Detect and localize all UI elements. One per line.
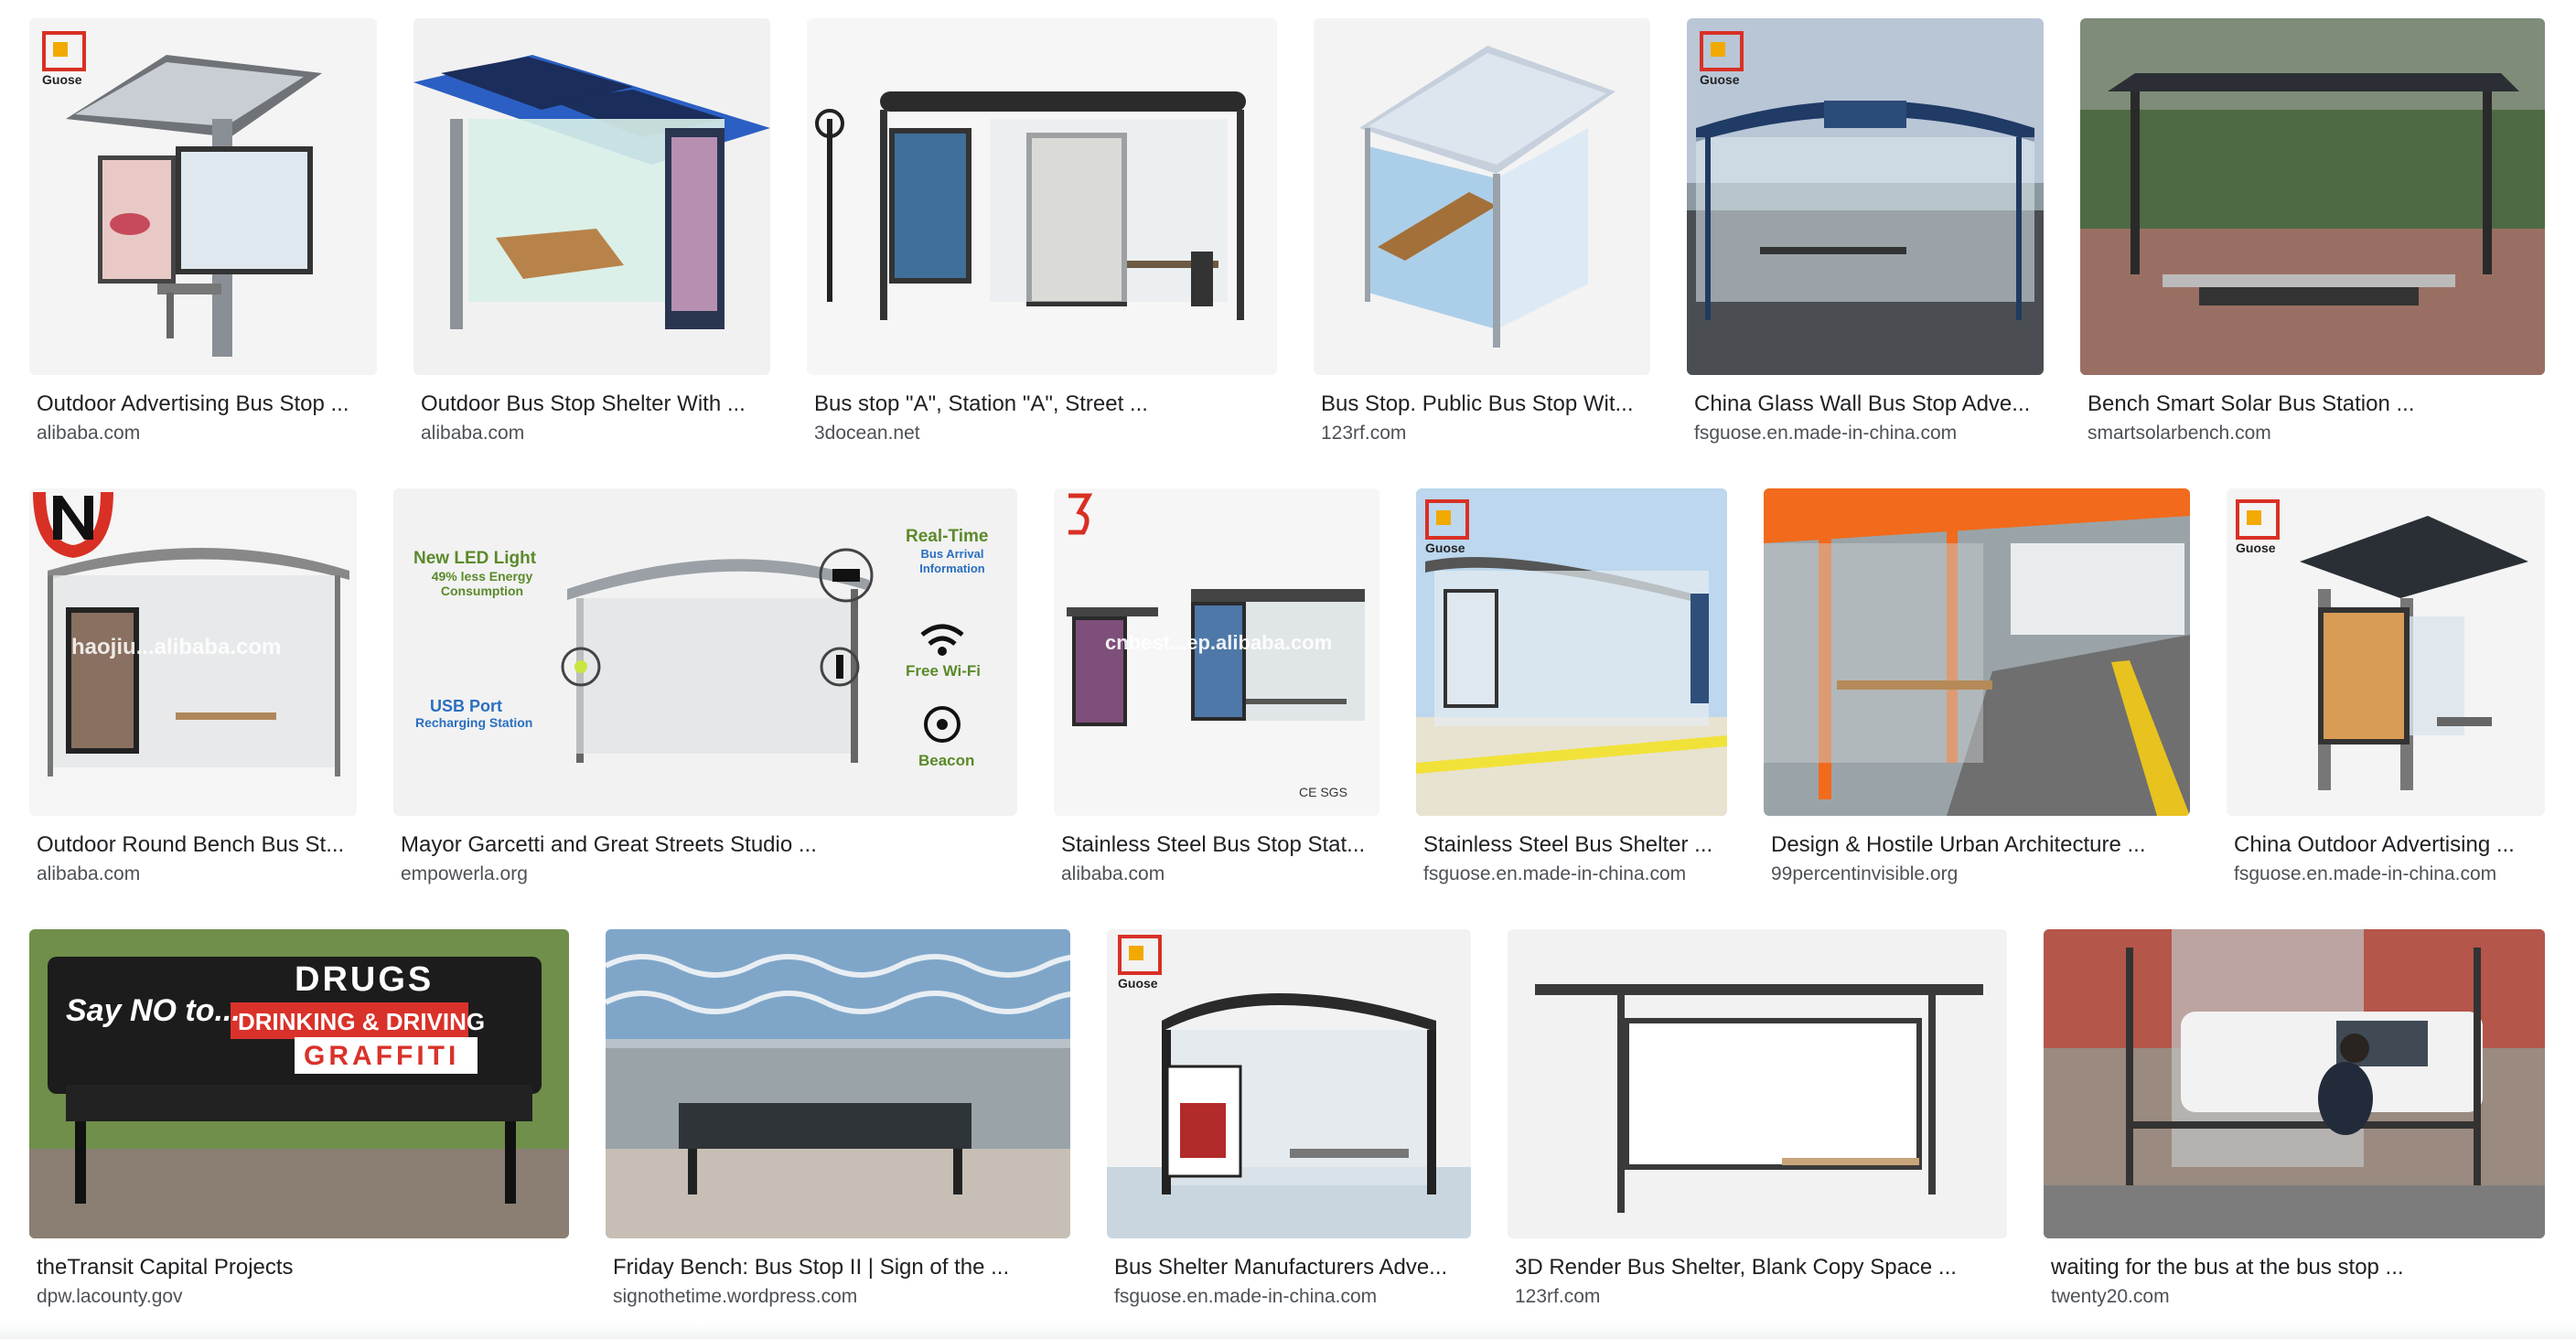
result-source[interactable]: fsguose.en.made-in-china.com xyxy=(1694,423,2036,445)
brand-logo xyxy=(1061,492,1098,543)
bench-ad-line3: DRINKING & DRIVING xyxy=(238,1008,486,1035)
result-thumbnail[interactable] xyxy=(2080,18,2545,375)
shelter-image xyxy=(2080,18,2545,375)
guose-logo: Guose xyxy=(1698,29,1745,90)
result-card[interactable]: New LED Light 49% less Energy Consumptio… xyxy=(393,488,1017,900)
result-title[interactable]: China Outdoor Advertising ... xyxy=(2234,832,2538,858)
result-card[interactable]: Say NO to... DRUGS DRINKING & DRIVING GR… xyxy=(29,929,569,1313)
result-title[interactable]: Bench Smart Solar Bus Station ... xyxy=(2088,391,2538,417)
result-thumbnail[interactable] xyxy=(1314,18,1650,375)
result-source[interactable]: 123rf.com xyxy=(1515,1286,2000,1308)
result-title[interactable]: Outdoor Advertising Bus Stop ... xyxy=(37,391,370,417)
result-thumbnail[interactable] xyxy=(413,18,770,375)
svg-text:Guose: Guose xyxy=(1118,976,1158,991)
waiting-bus-image xyxy=(2044,929,2545,1238)
result-title[interactable]: Stainless Steel Bus Shelter ... xyxy=(1423,832,1720,858)
svg-text:Guose: Guose xyxy=(1425,541,1465,555)
certification-badge: CE SGS xyxy=(1299,785,1347,799)
result-title[interactable]: theTransit Capital Projects xyxy=(37,1255,562,1280)
shelter-image xyxy=(413,18,770,375)
result-title[interactable]: waiting for the bus at the bus stop ... xyxy=(2051,1255,2538,1280)
guose-logo: Guose xyxy=(1116,933,1164,993)
result-source[interactable]: alibaba.com xyxy=(37,863,349,885)
result-source[interactable]: alibaba.com xyxy=(37,423,370,445)
result-card[interactable]: Bench Smart Solar Bus Station ... smarts… xyxy=(2080,18,2545,448)
image-watermark: cnbest...ep.alibaba.com xyxy=(1105,631,1333,654)
result-thumbnail[interactable] xyxy=(1508,929,2007,1238)
result-card[interactable]: Guose Bus Shelter Manufacturers Adve... … xyxy=(1107,929,1471,1313)
result-title[interactable]: Stainless Steel Bus Stop Stat... xyxy=(1061,832,1372,858)
result-card[interactable]: cnbest...ep.alibaba.com CE SGS Stainless… xyxy=(1054,488,1379,900)
bench-ad-line2: DRUGS xyxy=(295,960,435,999)
result-thumbnail[interactable]: New LED Light 49% less Energy Consumptio… xyxy=(393,488,1017,816)
infographic-led-label: New LED Light xyxy=(413,549,537,568)
result-source[interactable]: signothetime.wordpress.com xyxy=(613,1286,1063,1308)
svg-text:Guose: Guose xyxy=(42,72,82,87)
result-thumbnail[interactable] xyxy=(2044,929,2545,1238)
result-card[interactable]: waiting for the bus at the bus stop ... … xyxy=(2044,929,2545,1313)
image-results-grid: Guose Outdoor Advertising Bus Stop ... a… xyxy=(0,0,2576,1339)
result-source[interactable]: fsguose.en.made-in-china.com xyxy=(2234,863,2538,885)
result-thumbnail[interactable] xyxy=(1764,488,2190,816)
shelter-image xyxy=(1764,488,2190,816)
svg-text:Guose: Guose xyxy=(1700,72,1740,87)
result-title[interactable]: Mayor Garcetti and Great Streets Studio … xyxy=(401,832,1010,858)
shelter-render-image xyxy=(1508,929,2007,1238)
result-card[interactable]: Guose China Glass Wall Bus Stop Adve... … xyxy=(1687,18,2044,448)
result-card[interactable]: Guose Stainless Steel Bus Shelter ... fs… xyxy=(1416,488,1727,900)
result-title[interactable]: Bus Shelter Manufacturers Adve... xyxy=(1114,1255,1464,1280)
result-card[interactable]: Friday Bench: Bus Stop II | Sign of the … xyxy=(606,929,1070,1313)
result-title[interactable]: Friday Bench: Bus Stop II | Sign of the … xyxy=(613,1255,1063,1280)
shelter-image xyxy=(1314,18,1650,375)
n-logo xyxy=(29,488,117,562)
bench-ad-line4: GRAFFITI xyxy=(304,1041,460,1071)
guose-logo: Guose xyxy=(1423,498,1471,558)
result-card[interactable]: Design & Hostile Urban Architecture ... … xyxy=(1764,488,2190,900)
guose-logo: Guose xyxy=(40,29,88,90)
result-title[interactable]: Outdoor Bus Stop Shelter With ... xyxy=(421,391,763,417)
infographic-wifi-label: Free Wi-Fi xyxy=(906,662,982,680)
result-thumbnail[interactable] xyxy=(606,929,1070,1238)
page-bottom-edge xyxy=(0,1323,2576,1339)
result-source[interactable]: fsguose.en.made-in-china.com xyxy=(1114,1286,1464,1308)
guose-logo: Guose xyxy=(2234,498,2281,558)
result-card[interactable]: Guose Outdoor Advertising Bus Stop ... a… xyxy=(29,18,377,448)
result-source[interactable]: fsguose.en.made-in-china.com xyxy=(1423,863,1720,885)
result-title[interactable]: Design & Hostile Urban Architecture ... xyxy=(1771,832,2183,858)
result-source[interactable]: alibaba.com xyxy=(1061,863,1372,885)
result-card[interactable]: haojiu...alibaba.com Outdoor Round Bench… xyxy=(29,488,357,900)
result-source[interactable]: smartsolarbench.com xyxy=(2088,423,2538,445)
infographic-led-sub: 49% less Energy Consumption xyxy=(431,569,533,598)
result-card[interactable]: Bus stop "A", Station "A", Street ... 3d… xyxy=(807,18,1277,448)
result-title[interactable]: China Glass Wall Bus Stop Adve... xyxy=(1694,391,2036,417)
result-card[interactable]: Guose China Outdoor Advertising ... fsgu… xyxy=(2227,488,2545,900)
infographic-usb-sub: Recharging Station xyxy=(415,715,533,730)
result-title[interactable]: Bus stop "A", Station "A", Street ... xyxy=(814,391,1270,417)
result-title[interactable]: Outdoor Round Bench Bus St... xyxy=(37,832,349,858)
image-watermark: haojiu...alibaba.com xyxy=(71,635,282,659)
result-title[interactable]: 3D Render Bus Shelter, Blank Copy Space … xyxy=(1515,1255,2000,1280)
result-source[interactable]: twenty20.com xyxy=(2051,1286,2538,1308)
result-source[interactable]: alibaba.com xyxy=(421,423,763,445)
result-source[interactable]: 123rf.com xyxy=(1321,423,1643,445)
result-card[interactable]: Outdoor Bus Stop Shelter With ... alibab… xyxy=(413,18,770,448)
result-source[interactable]: empowerla.org xyxy=(401,863,1010,885)
result-card[interactable]: Bus Stop. Public Bus Stop Wit... 123rf.c… xyxy=(1314,18,1650,448)
svg-text:Guose: Guose xyxy=(2236,541,2276,555)
result-source[interactable]: 99percentinvisible.org xyxy=(1771,863,2183,885)
bench-image xyxy=(606,929,1070,1238)
result-thumbnail[interactable] xyxy=(807,18,1277,375)
infographic-realtime-label: Real-Time xyxy=(906,527,989,546)
result-title[interactable]: Bus Stop. Public Bus Stop Wit... xyxy=(1321,391,1643,417)
infographic-realtime-sub: Bus Arrival Information xyxy=(919,547,985,575)
bench-ad-line1: Say NO to... xyxy=(66,993,241,1028)
infographic-usb-label: USB Port xyxy=(430,697,503,715)
result-source[interactable]: dpw.lacounty.gov xyxy=(37,1286,562,1308)
result-card[interactable]: 3D Render Bus Shelter, Blank Copy Space … xyxy=(1508,929,2007,1313)
result-thumbnail[interactable]: Say NO to... DRUGS DRINKING & DRIVING GR… xyxy=(29,929,569,1238)
result-source[interactable]: 3docean.net xyxy=(814,423,1270,445)
infographic-beacon-label: Beacon xyxy=(918,752,975,769)
shelter-image xyxy=(807,18,1277,375)
